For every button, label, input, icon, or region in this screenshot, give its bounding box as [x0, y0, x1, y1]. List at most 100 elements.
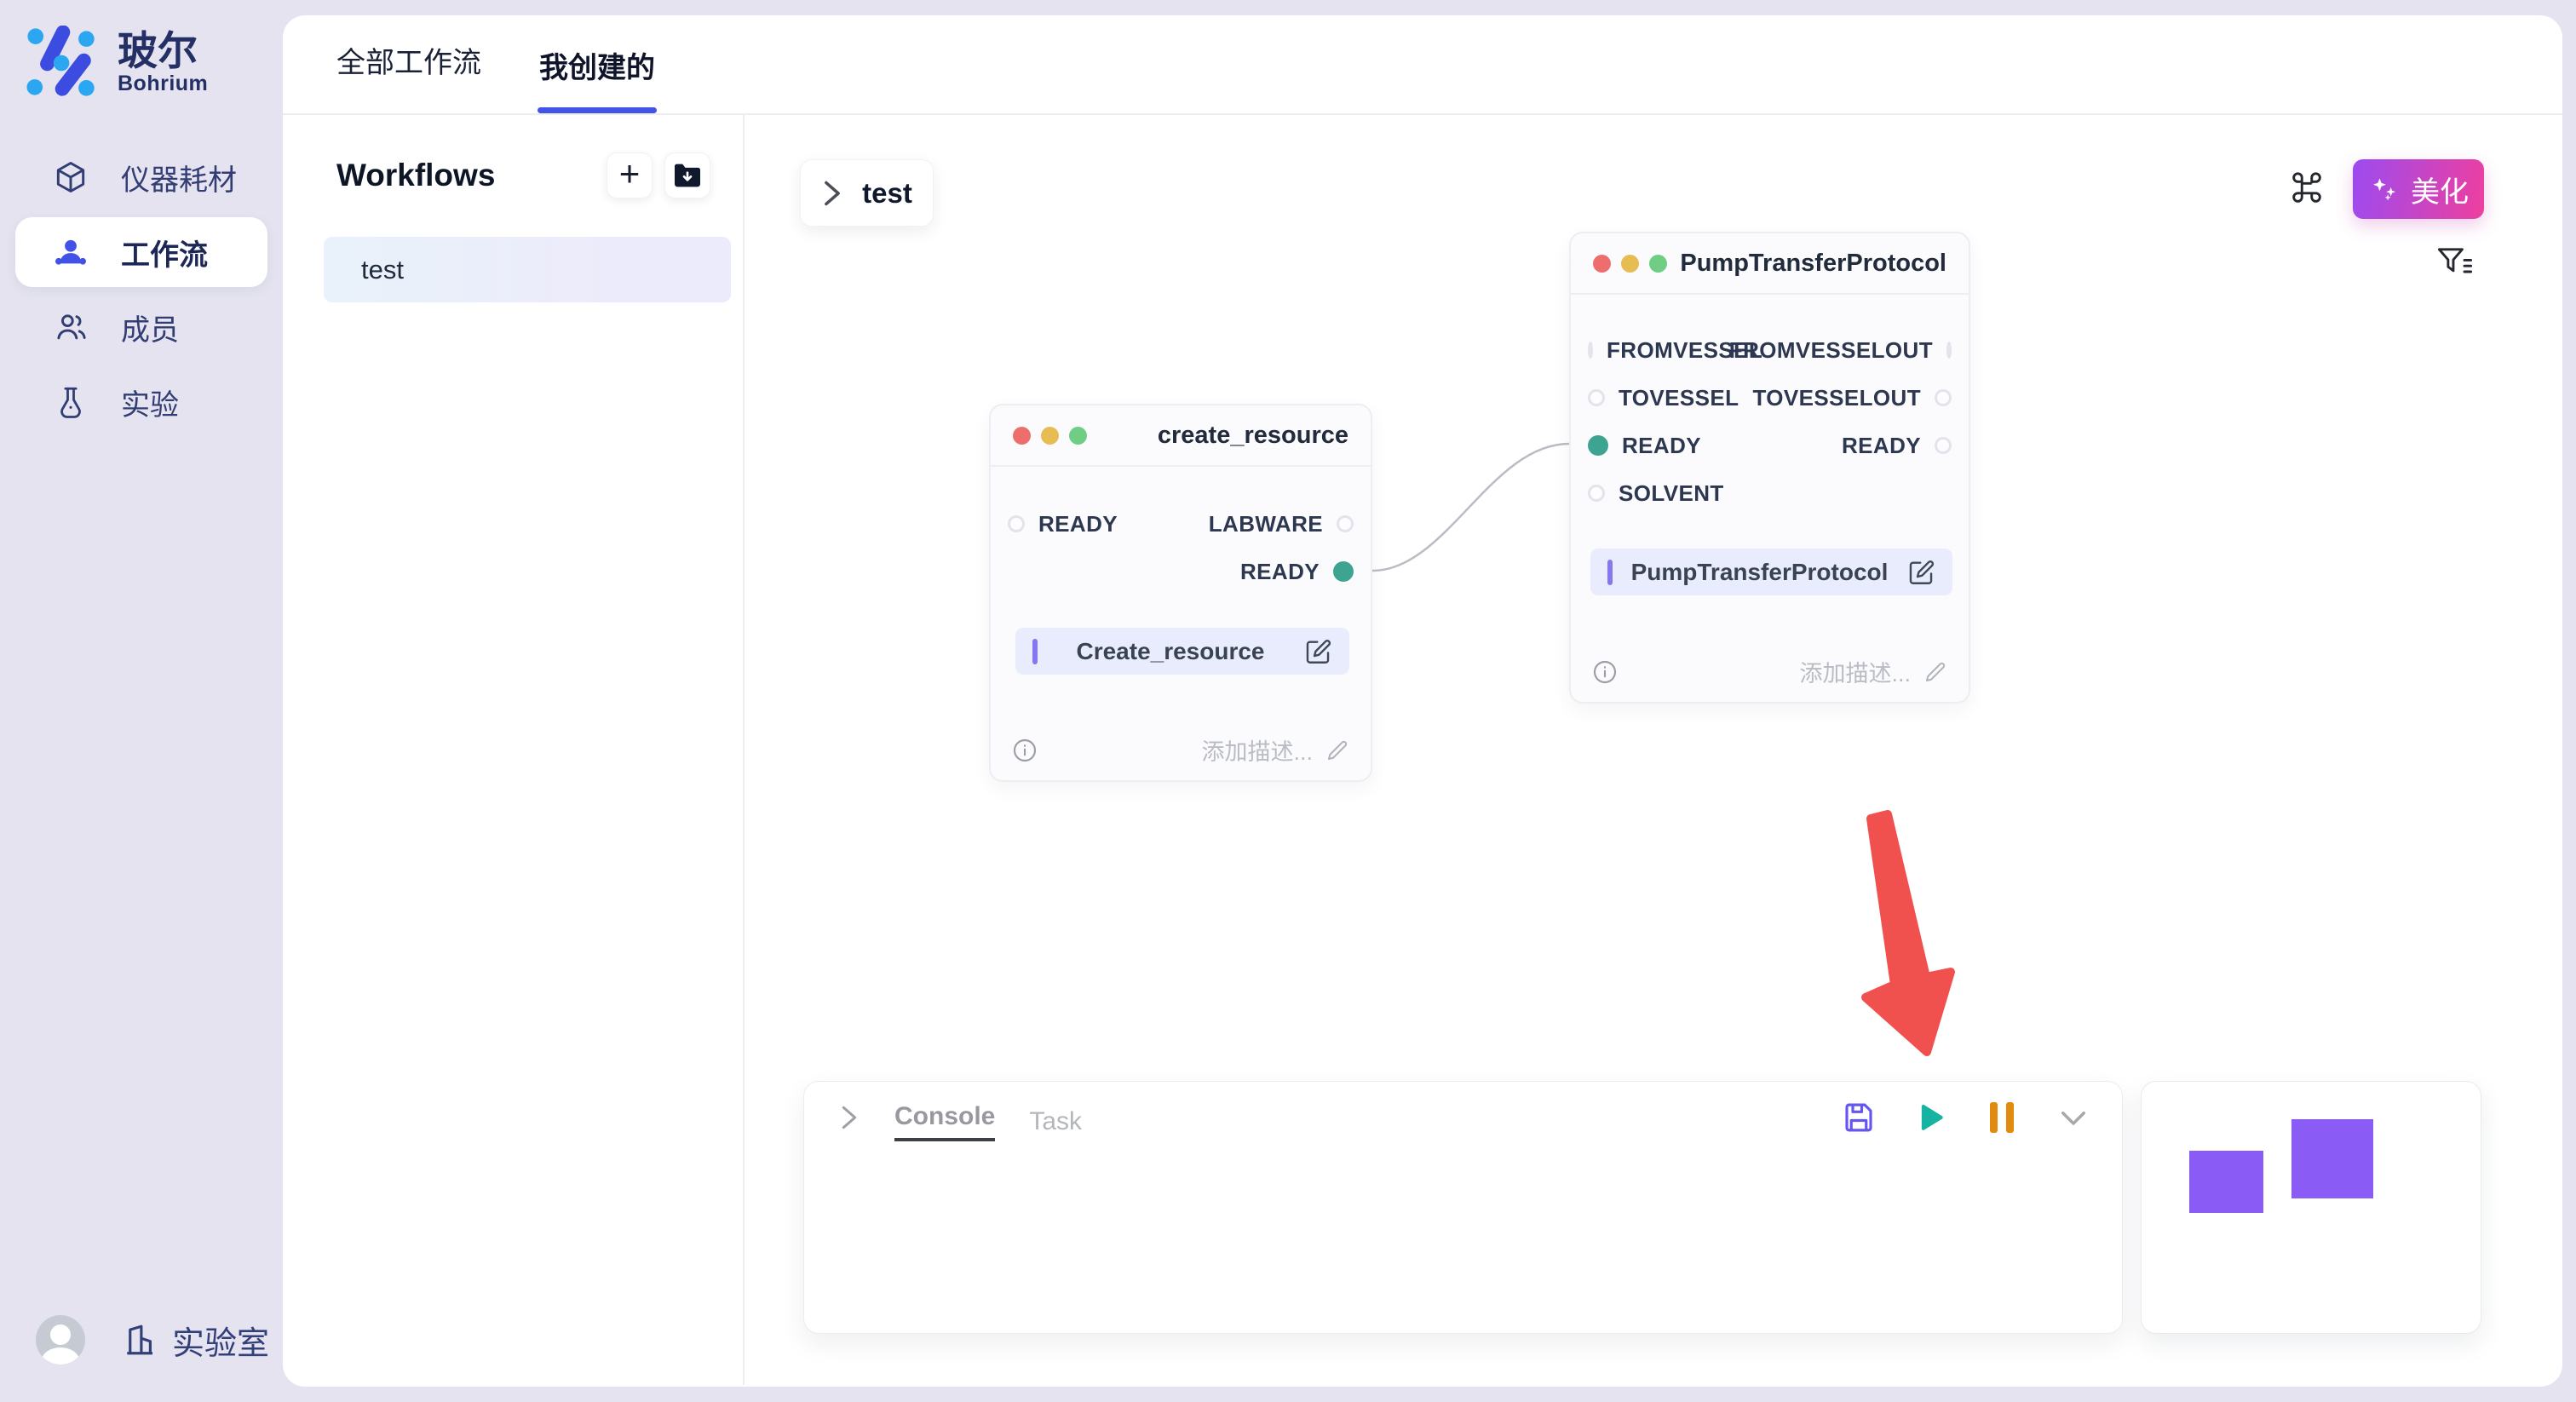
port-circle[interactable]	[1588, 485, 1605, 502]
node-create-resource[interactable]: create_resource READY LABWARE	[989, 404, 1372, 782]
run-button[interactable]	[1912, 1100, 1948, 1135]
node-title: PumpTransferProtocol	[1680, 250, 1946, 278]
input-port-ready[interactable]: READY	[1008, 511, 1118, 537]
node-title: create_resource	[1158, 422, 1348, 450]
port-circle[interactable]	[1588, 342, 1593, 359]
input-port-ready[interactable]: READY	[1588, 433, 1701, 459]
expand-chevron-icon[interactable]	[838, 1105, 860, 1130]
edge-ready-to-ready	[1372, 444, 1569, 571]
port-circle[interactable]	[1337, 515, 1354, 532]
output-port-labware[interactable]: LABWARE	[1209, 511, 1354, 537]
output-port-tovesselout[interactable]: TOVESSELOUT	[1752, 385, 1952, 411]
sidebar-item-label: 仪器耗材	[121, 157, 237, 198]
logo: 玻尔 Bohrium	[0, 0, 283, 101]
description-placeholder[interactable]: 添加描述...	[1201, 733, 1313, 767]
import-folder-button[interactable]	[664, 152, 710, 198]
tab-my-created[interactable]: 我创建的	[539, 44, 655, 113]
minimap-node-create-resource	[2189, 1151, 2263, 1213]
save-icon	[1841, 1100, 1877, 1135]
input-port-fromvessel[interactable]: FROMVESSEL	[1588, 337, 1749, 364]
workflows-panel-title: Workflows	[336, 158, 495, 193]
input-port-solvent[interactable]: SOLVENT	[1588, 480, 1724, 507]
minimap[interactable]	[2141, 1081, 2481, 1334]
play-icon	[1912, 1100, 1948, 1135]
workflow-canvas[interactable]: test 美化	[745, 115, 2562, 1385]
node-pump-transfer-protocol[interactable]: PumpTransferProtocol FROMVESSEL FROMVESS…	[1569, 232, 1970, 704]
port-circle[interactable]	[1935, 437, 1952, 454]
task-tab[interactable]: Task	[1029, 1099, 1082, 1136]
output-port-ready[interactable]: READY	[1240, 559, 1354, 585]
sidebar-item-label: 实验	[121, 382, 179, 423]
port-circle[interactable]	[1935, 389, 1952, 406]
command-icon	[2287, 169, 2326, 208]
pause-icon	[1990, 1102, 2014, 1133]
node-action-pill[interactable]: Create_resource	[1015, 628, 1349, 675]
node-footer: 添加描述...	[991, 733, 1371, 767]
traffic-dots-icon	[1593, 255, 1667, 273]
user-avatar[interactable]	[36, 1315, 85, 1365]
building-icon	[123, 1322, 158, 1358]
edit-icon[interactable]	[1906, 558, 1935, 587]
port-circle[interactable]	[1946, 342, 1952, 359]
main-content: 全部工作流 我创建的 Workflows +	[283, 15, 2562, 1387]
sidebar-item-instruments[interactable]: 仪器耗材	[15, 142, 267, 212]
sparkles-icon	[2368, 173, 2401, 205]
workflow-tabs: 全部工作流 我创建的	[283, 15, 2562, 115]
description-placeholder[interactable]: 添加描述...	[1799, 655, 1911, 688]
console-tab[interactable]: Console	[894, 1094, 995, 1141]
filter-button[interactable]	[2435, 241, 2475, 284]
info-icon[interactable]	[1011, 737, 1038, 764]
red-annotation-arrow	[1866, 814, 1951, 1052]
members-icon	[51, 307, 90, 347]
add-workflow-button[interactable]: +	[607, 152, 653, 198]
chevron-down-icon	[2056, 1099, 2091, 1136]
port-circle[interactable]	[1008, 515, 1025, 532]
port-circle-connected[interactable]	[1588, 435, 1608, 456]
minimap-node-pump-transfer	[2291, 1119, 2373, 1198]
node-header: create_resource	[991, 405, 1371, 467]
input-port-tovessel[interactable]: TOVESSEL	[1588, 385, 1739, 411]
port-circle-connected[interactable]	[1333, 561, 1354, 582]
sidebar-item-workflow[interactable]: 工作流	[15, 217, 267, 287]
output-port-ready[interactable]: READY	[1842, 433, 1952, 459]
logo-subtitle: Bohrium	[118, 72, 208, 96]
sidebar-item-experiments[interactable]: 实验	[15, 367, 267, 437]
node-action-label: PumpTransferProtocol	[1613, 559, 1906, 586]
bohrium-logo-icon	[26, 26, 101, 101]
workflow-item-name: test	[361, 255, 404, 285]
sidebar-item-label: 成员	[121, 307, 179, 348]
active-tab-underline	[538, 107, 657, 113]
save-button[interactable]	[1841, 1100, 1877, 1135]
sidebar-item-label: 工作流	[121, 232, 208, 273]
tab-all-workflows[interactable]: 全部工作流	[336, 39, 481, 113]
edit-icon[interactable]	[1303, 637, 1332, 666]
collapse-console-button[interactable]	[2056, 1100, 2091, 1135]
node-action-label: Create_resource	[1038, 638, 1303, 665]
workflow-list-item[interactable]: test	[324, 237, 731, 302]
node-footer: 添加描述...	[1571, 655, 1969, 688]
chevron-right-icon	[821, 180, 843, 207]
logo-title: 玻尔	[118, 30, 208, 72]
traffic-dots-icon	[1013, 427, 1087, 445]
pencil-icon[interactable]	[1325, 738, 1350, 763]
beautify-label: 美化	[2411, 169, 2469, 210]
breadcrumb-label: test	[862, 177, 912, 210]
filter-icon	[2436, 244, 2474, 280]
plus-icon: +	[619, 156, 641, 192]
test-tube-icon	[51, 382, 90, 422]
port-circle[interactable]	[1588, 389, 1605, 406]
breadcrumb[interactable]: test	[800, 159, 934, 227]
output-port-fromvesselout[interactable]: FROMVESSELOUT	[1749, 337, 1952, 364]
info-icon[interactable]	[1591, 658, 1619, 686]
node-action-pill[interactable]: PumpTransferProtocol	[1590, 549, 1952, 595]
pencil-icon[interactable]	[1923, 659, 1948, 685]
pause-button[interactable]	[1984, 1100, 2020, 1135]
lab-switcher[interactable]: 实验室	[123, 1317, 269, 1364]
node-header: PumpTransferProtocol	[1571, 233, 1969, 295]
beautify-button[interactable]: 美化	[2353, 159, 2484, 219]
sidebar-menu: 仪器耗材 工作流 成员	[0, 140, 283, 440]
command-palette-button[interactable]	[2283, 164, 2331, 212]
sidebar-item-members[interactable]: 成员	[15, 292, 267, 362]
workflows-panel: Workflows + test	[283, 115, 745, 1385]
workflow-icon	[51, 233, 90, 272]
